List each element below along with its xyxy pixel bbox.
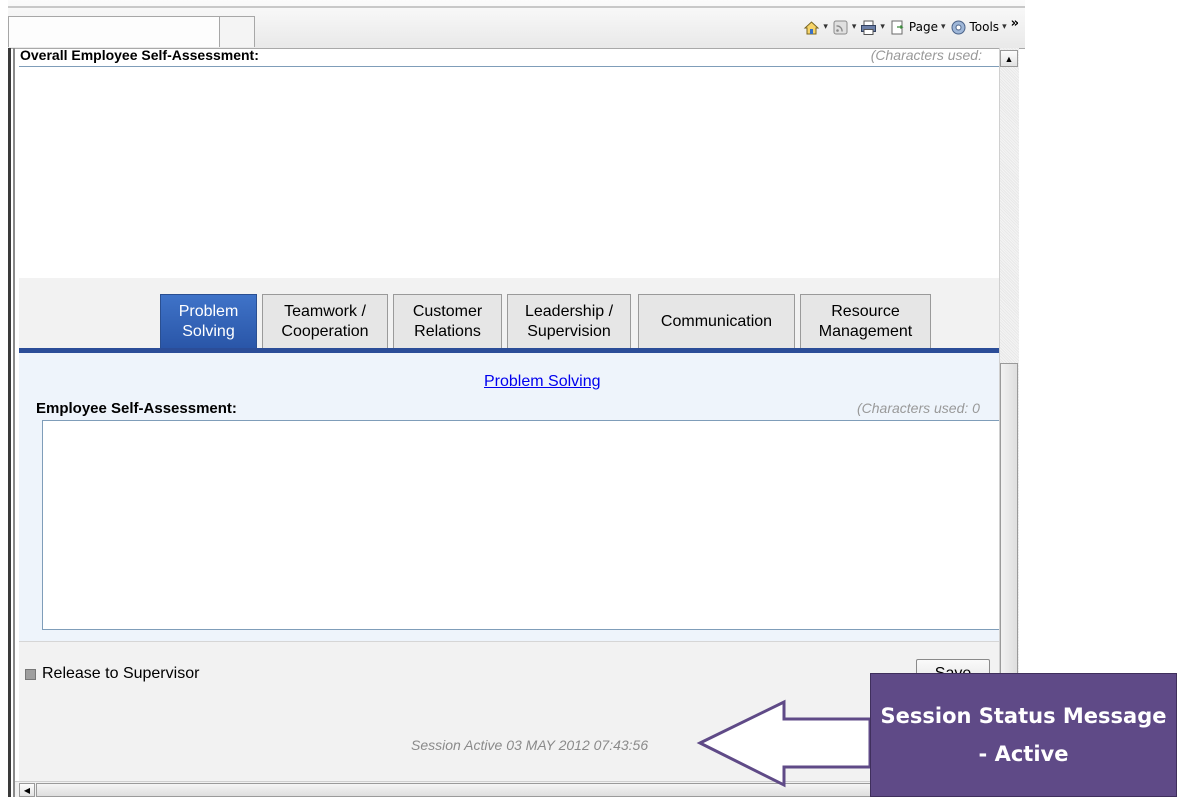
annotation-line-1: Session Status Message xyxy=(880,704,1167,728)
screenshot-root: ▾ ▾ ▾ Page ▾ Tools ▾ » Overall Employee … xyxy=(0,0,1202,797)
annotation-line-2: - Active xyxy=(978,742,1069,766)
annotation-callout: Session Status Message - Active xyxy=(870,673,1177,797)
annotation-arrow-shape xyxy=(696,699,872,788)
